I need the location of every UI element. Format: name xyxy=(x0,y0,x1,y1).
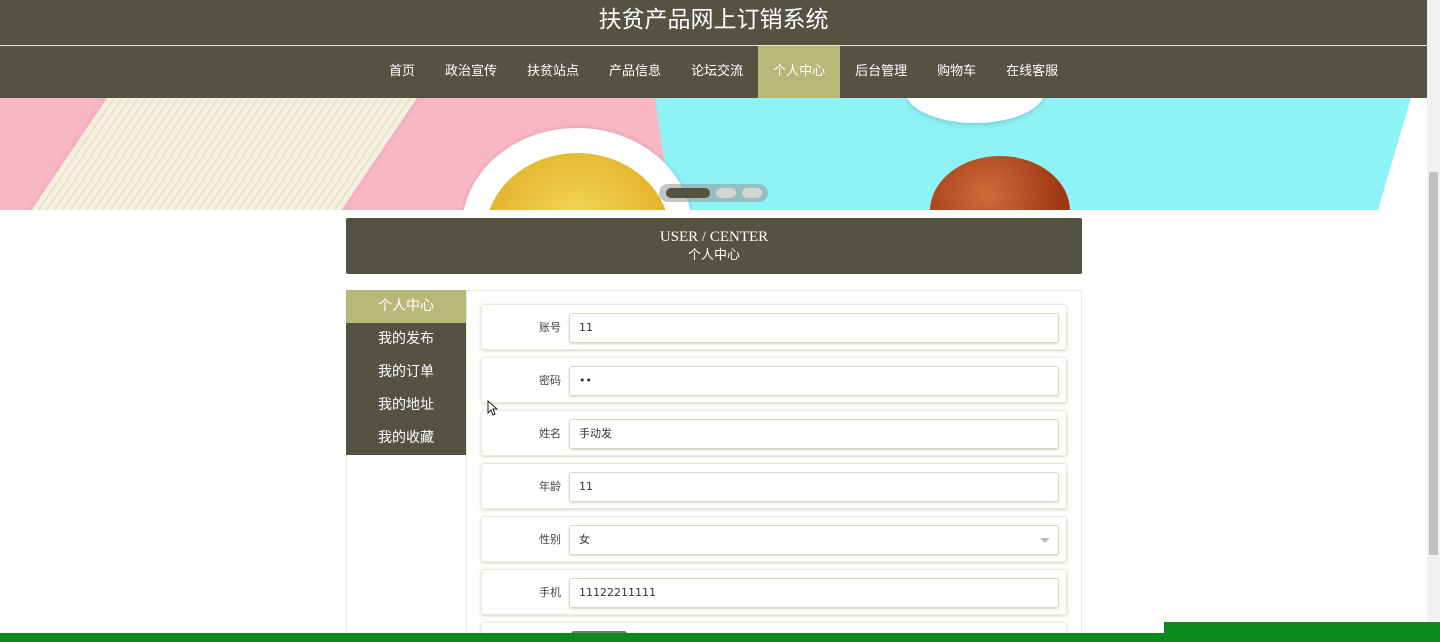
section-title-en: USER / CENTER xyxy=(659,229,769,245)
gender-selected-value: 女 xyxy=(579,533,590,546)
form-row-phone: 手机 11122211111 xyxy=(481,569,1067,615)
name-label: 姓名 xyxy=(539,427,561,440)
nav-item-user-center[interactable]: 个人中心 xyxy=(758,46,841,98)
age-field[interactable]: 11 xyxy=(569,472,1059,502)
section-title-cn: 个人中心 xyxy=(687,248,740,263)
name-field[interactable]: 手动发 xyxy=(569,419,1059,449)
gender-label: 性别 xyxy=(539,533,561,546)
carousel-indicators xyxy=(659,184,768,202)
side-item-my-posts[interactable]: 我的发布 xyxy=(346,323,466,356)
phone-field[interactable]: 11122211111 xyxy=(569,578,1059,608)
mouse-cursor-icon xyxy=(487,400,499,416)
side-item-my-orders[interactable]: 我的订单 xyxy=(346,356,466,389)
bottom-bar xyxy=(0,633,1440,642)
form-row-account: 账号 11 xyxy=(481,304,1067,350)
nav-item-poverty-sites[interactable]: 扶贫站点 xyxy=(512,46,594,98)
carousel-dot-2[interactable] xyxy=(716,188,736,198)
page: 扶贫产品网上订销系统 首页 政治宣传 扶贫站点 产品信息 论坛交流 个人中心 后… xyxy=(0,0,1440,642)
carousel-dot-1[interactable] xyxy=(666,188,710,198)
age-label: 年龄 xyxy=(539,480,561,493)
form-row-gender: 性别 女 xyxy=(481,516,1067,562)
phone-label: 手机 xyxy=(539,586,561,599)
nav-item-forum[interactable]: 论坛交流 xyxy=(676,46,758,98)
gender-select[interactable]: 女 xyxy=(569,525,1059,555)
nav-item-home[interactable]: 首页 xyxy=(374,46,430,98)
site-title: 扶贫产品网上订销系统 xyxy=(0,0,1427,45)
form-row-age: 年龄 11 xyxy=(481,463,1067,509)
account-field[interactable]: 11 xyxy=(569,313,1059,343)
nav-item-product-info[interactable]: 产品信息 xyxy=(594,46,676,98)
nav-item-cart[interactable]: 购物车 xyxy=(922,46,991,98)
form-row-password: 密码 •• xyxy=(481,357,1067,403)
nav-item-political-publicity[interactable]: 政治宣传 xyxy=(430,46,512,98)
chevron-down-icon xyxy=(1040,538,1050,543)
side-item-user-center[interactable]: 个人中心 xyxy=(346,290,466,323)
nav-item-online-service[interactable]: 在线客服 xyxy=(991,46,1073,98)
password-field[interactable]: •• xyxy=(569,366,1059,396)
side-item-my-favorites[interactable]: 我的收藏 xyxy=(346,422,466,455)
main-nav: 首页 政治宣传 扶贫站点 产品信息 论坛交流 个人中心 后台管理 购物车 在线客… xyxy=(0,46,1427,98)
password-label: 密码 xyxy=(539,374,561,387)
carousel-dot-3[interactable] xyxy=(742,188,762,198)
scrollbar-thumb[interactable] xyxy=(1429,172,1438,555)
section-heading: USER / CENTER 个人中心 xyxy=(346,218,1082,274)
banner-spoon-image xyxy=(930,156,1070,210)
side-item-my-addresses[interactable]: 我的地址 xyxy=(346,389,466,422)
nav-item-admin[interactable]: 后台管理 xyxy=(840,46,922,98)
account-label: 账号 xyxy=(539,321,561,334)
side-menu: 个人中心 我的发布 我的订单 我的地址 我的收藏 xyxy=(346,290,466,455)
form-row-name: 姓名 手动发 xyxy=(481,410,1067,456)
